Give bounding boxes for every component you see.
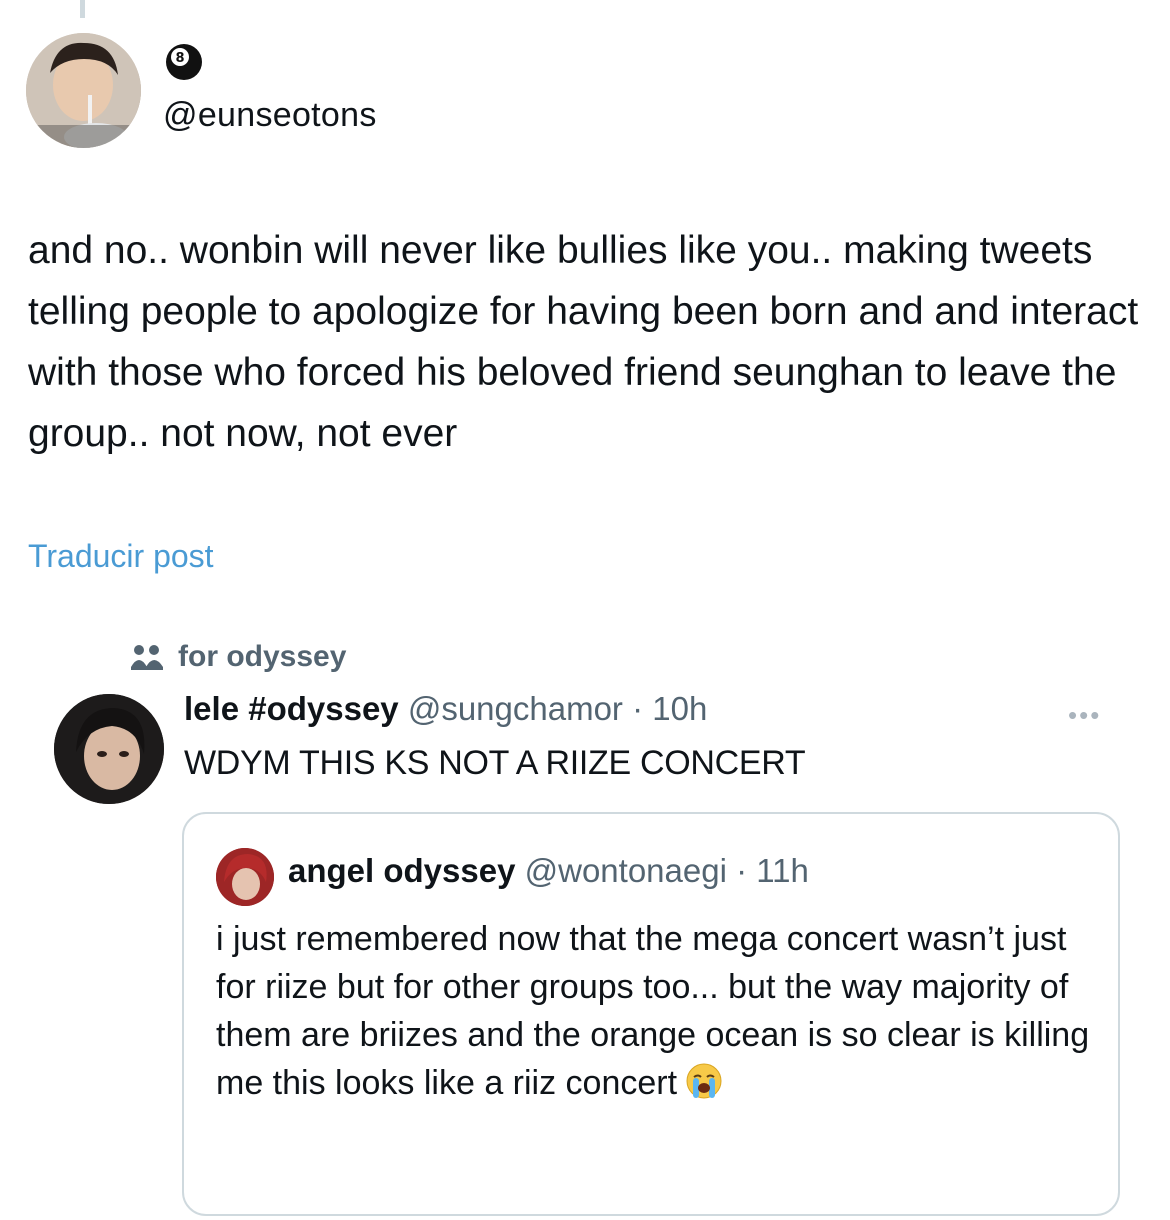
quoted-author-handle-time[interactable]: @wontonaegi · 11h xyxy=(525,852,809,889)
eight-ball-icon: 8 xyxy=(165,43,203,81)
embedded-author-handle-time[interactable]: @sungchamor · 10h xyxy=(408,690,707,727)
embedded-author-name[interactable]: lele #odyssey xyxy=(184,690,399,727)
embedded-post-header: lele #odyssey @sungchamor · 10h xyxy=(184,690,707,728)
community-icon xyxy=(130,643,164,671)
loudly-crying-face-icon xyxy=(685,1062,723,1100)
quoted-post-text: i just remembered now that the mega conc… xyxy=(216,920,1090,1102)
quoted-post-text-block: i just remembered now that the mega conc… xyxy=(216,915,1096,1107)
embedded-author-avatar[interactable] xyxy=(54,694,164,804)
embedded-post-text: WDYM THIS KS NOT A RIIZE CONCERT xyxy=(184,744,806,782)
author-handle[interactable]: @eunseotons xyxy=(163,96,377,135)
community-label-row[interactable]: for odyssey xyxy=(130,640,346,674)
thread-connector-line xyxy=(80,0,85,18)
community-label: for odyssey xyxy=(178,640,347,673)
quoted-post-header: angel odyssey @wontonaegi · 11h xyxy=(288,852,809,890)
quoted-author-name[interactable]: angel odyssey xyxy=(288,852,515,889)
post-text: and no.. wonbin will never like bullies … xyxy=(28,229,1139,455)
eight-ball-digit: 8 xyxy=(175,51,184,66)
quoted-author-avatar[interactable] xyxy=(216,848,274,906)
translate-post-link[interactable]: Traducir post xyxy=(28,538,214,575)
more-options-icon[interactable]: ••• xyxy=(1068,700,1101,731)
author-avatar[interactable] xyxy=(26,33,141,148)
